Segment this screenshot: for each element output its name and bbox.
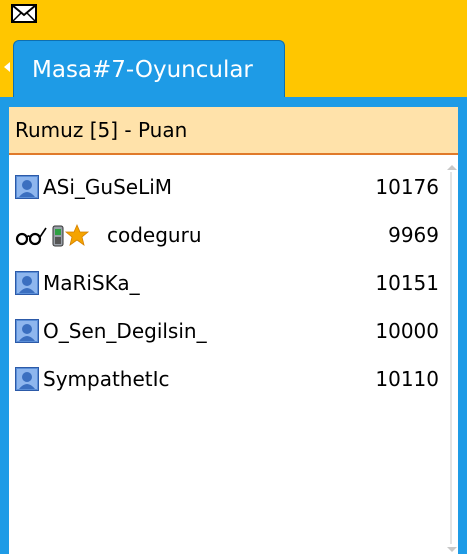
tab-label: Masa#7-Oyuncular [32,57,253,83]
player-name: codeguru [107,223,202,247]
scroll-up-arrow-icon[interactable] [447,165,457,170]
player-list: ASi_GuSeLiM 10176 codeguru 9969 MaRiSKa_… [9,162,439,402]
player-name: SympathetIc [43,367,170,391]
tab-scroll-left-arrow[interactable] [4,62,10,72]
player-score: 10000 [375,319,439,343]
scroll-track[interactable] [450,172,452,544]
envelope-icon[interactable] [11,4,37,23]
user-avatar-icon [15,175,39,199]
user-avatar-icon [15,271,39,295]
player-name: ASi_GuSeLiM [43,175,173,199]
user-avatar-icon [15,367,39,391]
list-header-label: Rumuz [5] - Puan [15,118,188,142]
player-row[interactable]: SympathetIc 10110 [9,354,439,402]
player-row[interactable]: O_Sen_Degilsin_ 10000 [9,306,439,354]
player-row[interactable]: ASi_GuSeLiM 10176 [9,162,439,210]
player-score: 10176 [375,175,439,199]
scroll-down-arrow-icon[interactable] [447,547,457,552]
players-panel: Rumuz [5] - Puan ASi_GuSeLiM 10176 codeg… [0,97,467,554]
player-name: MaRiSKa_ [43,271,140,295]
player-score: 9969 [388,223,439,247]
user-avatar-icon [15,319,39,343]
glasses-phone-star-icons [15,222,107,248]
player-row[interactable]: codeguru 9969 [9,210,439,258]
player-score: 10151 [375,271,439,295]
player-name: O_Sen_Degilsin_ [43,319,207,343]
player-score: 10110 [375,367,439,391]
player-row[interactable]: MaRiSKa_ 10151 [9,258,439,306]
players-list-container: Rumuz [5] - Puan ASi_GuSeLiM 10176 codeg… [9,107,458,554]
vertical-scrollbar[interactable] [445,163,457,552]
tab-masa-players[interactable]: Masa#7-Oyuncular [13,40,285,98]
list-header[interactable]: Rumuz [5] - Puan [9,107,458,155]
